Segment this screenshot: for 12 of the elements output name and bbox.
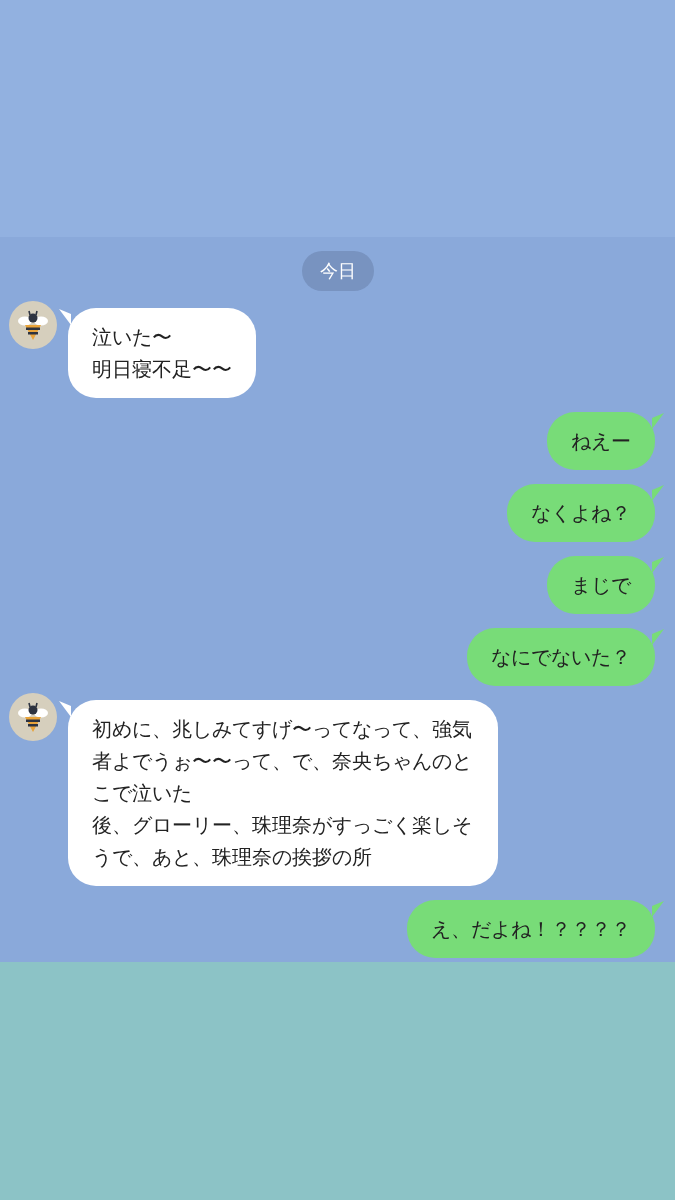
message-text: ねえー <box>571 428 631 455</box>
message-text: なくよね？ <box>531 500 631 527</box>
message-text: 明日寝不足〜〜 <box>92 356 232 383</box>
date-label: 今日 <box>301 251 374 291</box>
message-text: 後、グローリー、珠理奈がすっごく楽しそうで、あと、珠理奈の挨拶の所 <box>92 812 473 871</box>
message-text: 初めに、兆しみてすげ〜ってなって、強気者よでうぉ〜〜って、で、奈央ちゃんのとこで泣いた <box>92 716 473 807</box>
message-text: まじで <box>571 572 631 599</box>
bee-avatar-icon[interactable] <box>9 301 57 349</box>
bee-avatar-icon[interactable] <box>9 693 57 741</box>
message-text: 泣いた〜 <box>92 324 173 351</box>
message-text: え、だよね！？？？？ <box>431 916 631 943</box>
message-text: なにでないた？ <box>491 644 631 671</box>
